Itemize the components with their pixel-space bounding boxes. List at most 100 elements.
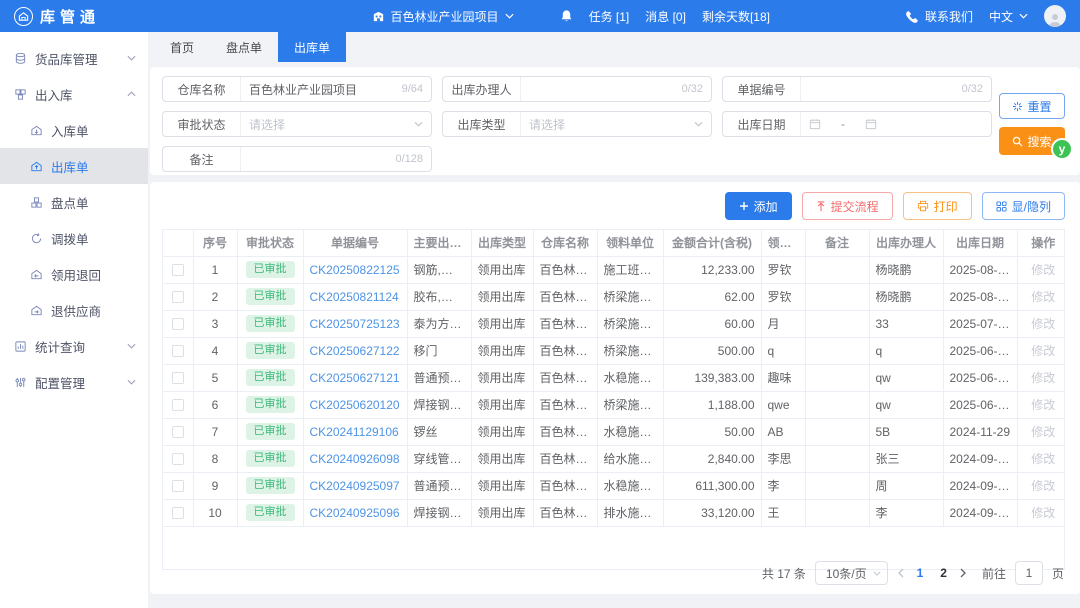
table-row[interactable]: 3 已审批 CK20250725123 泰为方瓶... 领用出库 百色林业...…	[163, 310, 1064, 338]
doc-number-link[interactable]: CK20250620120	[310, 398, 400, 412]
table-row[interactable]: 6 已审批 CK20250620120 焊接钢管,... 领用出库 百色林业..…	[163, 391, 1064, 419]
warehouse-name-input[interactable]	[249, 82, 396, 96]
language-label: 中文	[988, 9, 1013, 24]
sidebar-item-return-to-supplier[interactable]: 退供应商	[0, 292, 148, 328]
approval-status-select[interactable]: 请选择	[241, 116, 431, 133]
modify-link[interactable]: 修改	[1031, 344, 1055, 358]
cell-recipient: 趣味	[761, 364, 806, 392]
table-row[interactable]: 9 已审批 CK20240925097 普通预拌... 领用出库 百色林业...…	[163, 472, 1064, 500]
doc-number-link[interactable]: CK20240926098	[310, 452, 400, 466]
modify-link[interactable]: 修改	[1031, 425, 1055, 439]
cell-recipient: 月	[761, 310, 806, 338]
doc-number-link[interactable]: CK20241129106	[310, 425, 399, 439]
language-selector[interactable]: 中文	[989, 8, 1028, 25]
messages-link[interactable]: 消息 [0]	[645, 8, 686, 25]
row-checkbox[interactable]	[171, 507, 184, 520]
row-checkbox[interactable]	[171, 291, 184, 304]
column-header: 仓库名称	[533, 230, 598, 257]
tab-outbound[interactable]: 出库单	[278, 32, 347, 62]
doc-number-link[interactable]: CK20250821124	[310, 290, 399, 304]
doc-number-link[interactable]: CK20250627122	[310, 344, 400, 358]
submit-flow-label: 提交流程	[830, 199, 879, 214]
modify-link[interactable]: 修改	[1031, 263, 1055, 277]
table-row[interactable]: 5 已审批 CK20250627121 普通预拌... 领用出库 百色林业...…	[163, 364, 1064, 392]
sidebar-item-statistics-query[interactable]: 统计查询	[0, 328, 148, 364]
cell-checkbox	[163, 499, 194, 527]
row-checkbox[interactable]	[171, 264, 184, 277]
table-row[interactable]: 8 已审批 CK20240926098 穿线管,穿... 领用出库 百色林业..…	[163, 445, 1064, 473]
tab-stocktake[interactable]: 盘点单	[210, 32, 278, 62]
sidebar-item-in-out-warehouse[interactable]: 出入库	[0, 76, 148, 112]
submit-flow-button[interactable]: 提交流程	[801, 192, 893, 220]
row-checkbox[interactable]	[171, 426, 184, 439]
cell-action: 修改	[1017, 472, 1064, 500]
search-button[interactable]: 搜索 y	[999, 127, 1073, 160]
row-checkbox[interactable]	[171, 372, 184, 385]
row-checkbox[interactable]	[171, 480, 184, 493]
assistant-floating-badge[interactable]: y	[1051, 138, 1073, 160]
sidebar-item-inbound-order[interactable]: 入库单	[0, 112, 148, 148]
doc-number-link[interactable]: CK20250725123	[310, 317, 400, 331]
calendar-icon[interactable]	[865, 118, 877, 130]
doc-number-link[interactable]: CK20240925097	[310, 479, 400, 493]
remark-counter: 0/128	[395, 153, 423, 165]
table-row[interactable]: 1 已审批 CK20250822125 钢筋,钢筋 领用出库 百色林业... 施…	[163, 256, 1064, 284]
add-button[interactable]: 添加	[724, 192, 792, 220]
outbound-type-select[interactable]: 请选择	[521, 116, 711, 133]
cell-warehouse: 百色林业...	[533, 391, 598, 419]
sidebar-item-transfer-order[interactable]: 调拨单	[0, 220, 148, 256]
doc-number-link[interactable]: CK20240925096	[310, 506, 400, 520]
row-checkbox[interactable]	[171, 453, 184, 466]
sidebar-item-configuration[interactable]: 配置管理	[0, 364, 148, 400]
modify-link[interactable]: 修改	[1031, 290, 1055, 304]
modify-link[interactable]: 修改	[1031, 317, 1055, 331]
modify-link[interactable]: 修改	[1031, 452, 1055, 466]
sidebar-item-goods-management[interactable]: 货品库管理	[0, 40, 148, 76]
reset-button[interactable]: 重置	[999, 93, 1065, 119]
outbound-handler-input[interactable]	[529, 82, 676, 96]
calendar-icon[interactable]	[809, 118, 821, 130]
goto-page-input[interactable]	[1014, 561, 1043, 585]
table-row[interactable]: 7 已审批 CK20241129106 锣丝 领用出库 百色林业... 水稳施工…	[163, 418, 1064, 446]
cell-items: 钢筋,钢筋	[407, 256, 472, 284]
table-row[interactable]: 10 已审批 CK20240925096 焊接钢管,... 领用出库 百色林业.…	[163, 499, 1064, 527]
remark-input[interactable]	[249, 152, 390, 166]
project-selector[interactable]: 百色林业产业园项目	[372, 8, 514, 25]
tasks-link[interactable]: 任务 [1]	[589, 8, 630, 25]
notification-bell-icon[interactable]	[560, 9, 573, 23]
row-checkbox[interactable]	[171, 318, 184, 331]
row-checkbox[interactable]	[171, 399, 184, 412]
doc-number-link[interactable]: CK20250627121	[310, 371, 400, 385]
tab-home[interactable]: 首页	[154, 32, 210, 62]
sidebar-item-requisition-return[interactable]: 领用退回	[0, 256, 148, 292]
modify-link[interactable]: 修改	[1031, 506, 1055, 520]
contact-us-link[interactable]: 联系我们	[906, 8, 973, 25]
table-row[interactable]: 4 已审批 CK20250627122 移门 领用出库 百色林业... 桥梁施工…	[163, 337, 1064, 365]
next-page-button[interactable]	[960, 568, 967, 578]
modify-link[interactable]: 修改	[1031, 479, 1055, 493]
modify-link[interactable]: 修改	[1031, 371, 1055, 385]
cell-status: 已审批	[237, 391, 304, 419]
cell-recipient: 王	[761, 499, 806, 527]
pagination: 共 17 条 10条/页 1 2 前往 页	[762, 561, 1064, 585]
cell-items: 普通预拌...	[407, 472, 472, 500]
cell-items: 焊接钢管,...	[407, 391, 472, 419]
table-row[interactable]: 2 已审批 CK20250821124 胶布,胶皮... 领用出库 百色林业..…	[163, 283, 1064, 311]
page-number-2[interactable]: 2	[936, 566, 951, 580]
doc-number-input[interactable]	[809, 82, 956, 96]
cell-action: 修改	[1017, 337, 1064, 365]
sidebar-item-label: 领用退回	[51, 268, 102, 283]
sidebar-item-stocktake-order[interactable]: 盘点单	[0, 184, 148, 220]
doc-number-link[interactable]: CK20250822125	[310, 263, 400, 277]
modify-link[interactable]: 修改	[1031, 398, 1055, 412]
page-size-select[interactable]: 10条/页	[814, 561, 888, 585]
sidebar-item-outbound-order[interactable]: 出库单	[0, 148, 148, 184]
page-number-1[interactable]: 1	[913, 566, 928, 580]
outbound-date-field: 出库日期 -	[722, 111, 992, 137]
show-hide-columns-button[interactable]: 显/隐列	[981, 192, 1065, 220]
user-avatar[interactable]	[1044, 5, 1066, 27]
print-button[interactable]: 打印	[902, 192, 972, 220]
row-checkbox[interactable]	[171, 345, 184, 358]
prev-page-button[interactable]	[897, 568, 904, 578]
cell-items: 胶布,胶皮...	[407, 283, 472, 311]
